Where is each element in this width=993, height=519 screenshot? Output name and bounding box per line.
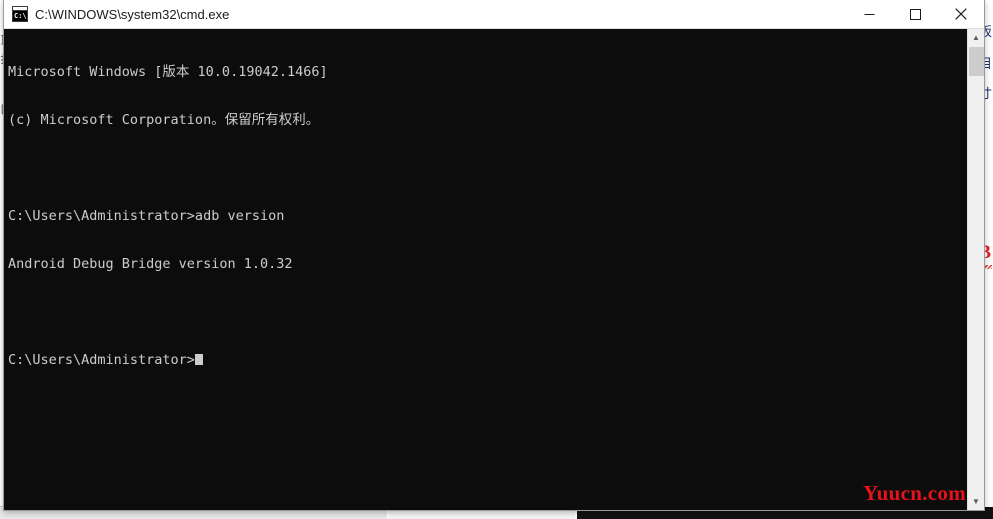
window-controls (846, 0, 984, 28)
console-line: (c) Microsoft Corporation。保留所有权利。 (8, 112, 320, 128)
watermark-yuucn: Yuucn.com (863, 481, 966, 505)
cmd-console-window: ··· C:\ C:\WINDOWS\system32\cmd.exe Micr… (3, 0, 985, 511)
cmd-icon-dots: ··· (21, 6, 26, 10)
minimize-button[interactable] (846, 0, 892, 28)
close-button[interactable] (938, 0, 984, 28)
scroll-down-arrow-icon[interactable]: ▼ (968, 493, 984, 510)
console-text: Microsoft Windows [版本 10.0.19042.1466] (… (8, 32, 328, 400)
console-line: Android Debug Bridge version 1.0.32 (8, 256, 293, 272)
console-line: Microsoft Windows [版本 10.0.19042.1466] (8, 64, 328, 80)
text-cursor (194, 354, 203, 365)
console-line: C:\Users\Administrator>adb version (8, 208, 285, 224)
cmd-console-icon: ··· C:\ (12, 6, 28, 22)
console-scrollbar[interactable]: ▲ ▼ (967, 29, 984, 510)
title-bar[interactable]: ··· C:\ C:\WINDOWS\system32\cmd.exe (4, 0, 984, 29)
scroll-up-arrow-icon[interactable]: ▲ (968, 29, 984, 46)
maximize-button[interactable] (892, 0, 938, 28)
scrollbar-thumb[interactable] (969, 47, 984, 76)
cmd-icon-prompt: C:\ (13, 11, 27, 21)
console-prompt-line: C:\Users\Administrator> (8, 352, 328, 368)
console-prompt: C:\Users\Administrator> (8, 352, 195, 368)
console-output-area[interactable]: Microsoft Windows [版本 10.0.19042.1466] (… (4, 29, 984, 510)
window-title: C:\WINDOWS\system32\cmd.exe (35, 6, 230, 22)
